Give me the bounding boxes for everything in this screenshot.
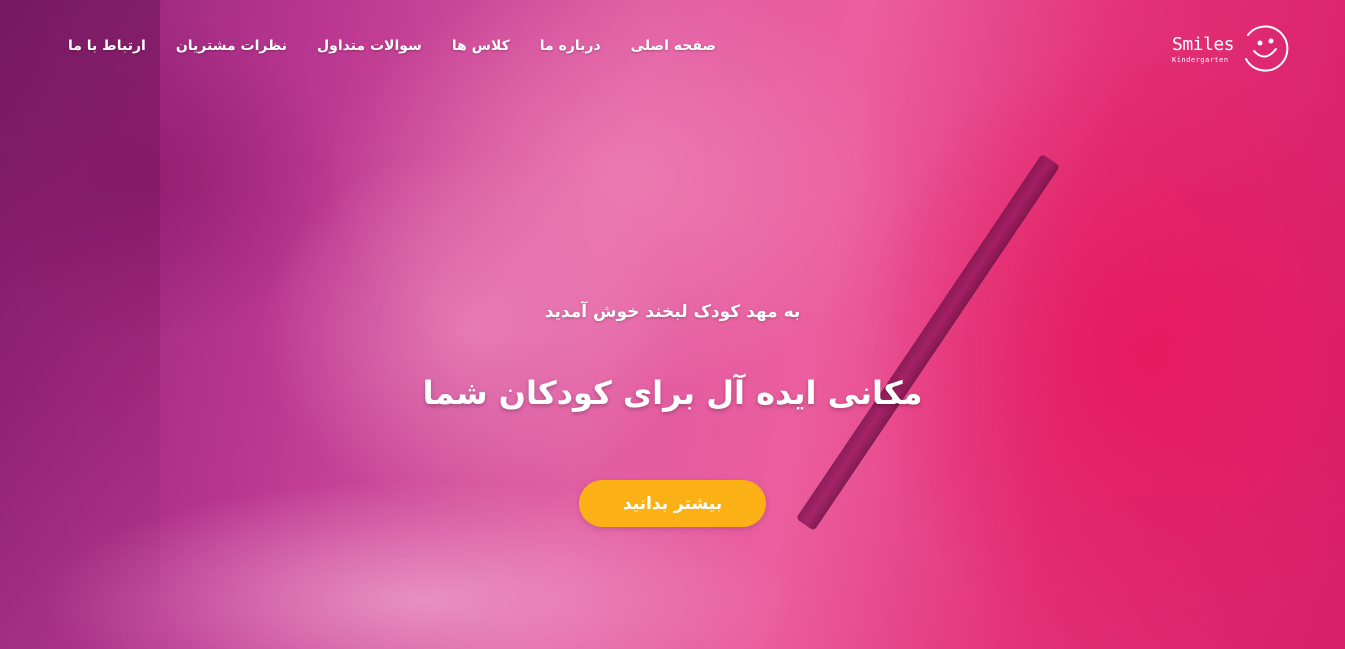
main-nav: صفحه اصلی درباره ما کلاس ها سوالات متداو… [68, 38, 716, 54]
hero-section: صفحه اصلی درباره ما کلاس ها سوالات متداو… [0, 0, 1345, 649]
learn-more-button[interactable]: بیشتر بدانید [579, 480, 766, 527]
hero-background-pencil [795, 153, 1061, 531]
smiley-face-icon [1238, 21, 1292, 79]
logo-text: Smiles Kindergarten [1172, 34, 1235, 64]
nav-item-contact[interactable]: ارتباط با ما [68, 38, 146, 54]
nav-item-home[interactable]: صفحه اصلی [631, 38, 716, 54]
hero-background-shelf [0, 0, 160, 649]
nav-item-testimonials[interactable]: نظرات مشتریان [176, 38, 287, 54]
nav-item-faq[interactable]: سوالات متداول [317, 38, 422, 54]
navbar: صفحه اصلی درباره ما کلاس ها سوالات متداو… [0, 0, 1345, 96]
nav-item-about[interactable]: درباره ما [540, 38, 601, 54]
site-logo[interactable]: Smiles Kindergarten [1172, 20, 1297, 80]
logo-brand-name: Smiles [1172, 34, 1235, 55]
logo-tagline: Kindergarten [1172, 56, 1229, 64]
hero-welcome-text: به مهد کودک لبخند خوش آمدید [544, 302, 801, 322]
nav-item-classes[interactable]: کلاس ها [452, 38, 510, 54]
hero-headline: مکانی ایده آل برای کودکان شما [422, 374, 923, 412]
